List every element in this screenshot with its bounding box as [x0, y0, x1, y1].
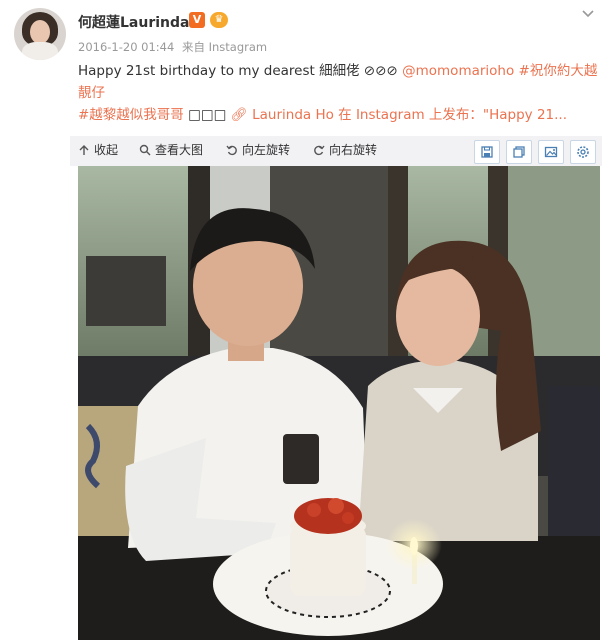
view-large-label: 查看大图	[155, 143, 204, 157]
emoji-glyphs: ⊘⊘⊘	[363, 63, 398, 79]
rotate-left-label: 向左旋转	[242, 143, 291, 157]
arrow-up-icon	[79, 144, 89, 155]
post-photo[interactable]	[78, 166, 600, 640]
post-text: Happy 21st birthday to my dearest 細細佬 ⊘⊘…	[78, 60, 598, 126]
search-icon	[139, 144, 151, 155]
rotate-left-icon	[226, 145, 237, 155]
save-icon	[481, 146, 493, 158]
rotate-right-button[interactable]: 向右旋转	[313, 141, 377, 158]
hashtag-link-2[interactable]: #越黎越似我哥哥	[78, 107, 184, 123]
unsupported-glyphs: □□□	[188, 107, 227, 123]
collapse-label: 收起	[94, 143, 119, 157]
image-icon	[544, 146, 558, 158]
timestamp[interactable]: 2016-1-20 01:44	[78, 40, 174, 54]
avatar[interactable]	[14, 8, 66, 60]
settings-icon	[577, 146, 589, 158]
collapse-button[interactable]: 收起	[78, 141, 118, 158]
rotate-right-label: 向右旋转	[329, 143, 378, 157]
copy-button[interactable]	[506, 140, 532, 164]
rotate-left-button[interactable]: 向左旋转	[226, 141, 290, 158]
username[interactable]: 何超蓮Laurinda	[78, 12, 189, 32]
verified-badge-icon: V	[189, 12, 205, 28]
post-main-text: Happy 21st birthday to my dearest 細細佬	[78, 63, 360, 79]
view-large-button[interactable]: 查看大图	[139, 141, 203, 158]
rotate-right-icon	[314, 145, 325, 155]
link-clip-icon: 🔗︎	[230, 107, 248, 123]
chevron-down-icon[interactable]	[578, 6, 598, 20]
post-meta: 2016-1-20 01:44 来自 Instagram	[78, 39, 267, 55]
save-button[interactable]	[474, 140, 500, 164]
image-button[interactable]	[538, 140, 564, 164]
settings-button[interactable]	[570, 140, 596, 164]
copy-icon	[513, 146, 525, 158]
source[interactable]: 来自 Instagram	[182, 40, 267, 54]
member-level-icon[interactable]: ♛	[210, 12, 228, 28]
photo-illustration	[78, 166, 600, 640]
source-link[interactable]: Laurinda Ho 在 Instagram 上发布："Happy 21...	[252, 107, 567, 123]
mention-link[interactable]: @momomarioho	[402, 63, 514, 79]
